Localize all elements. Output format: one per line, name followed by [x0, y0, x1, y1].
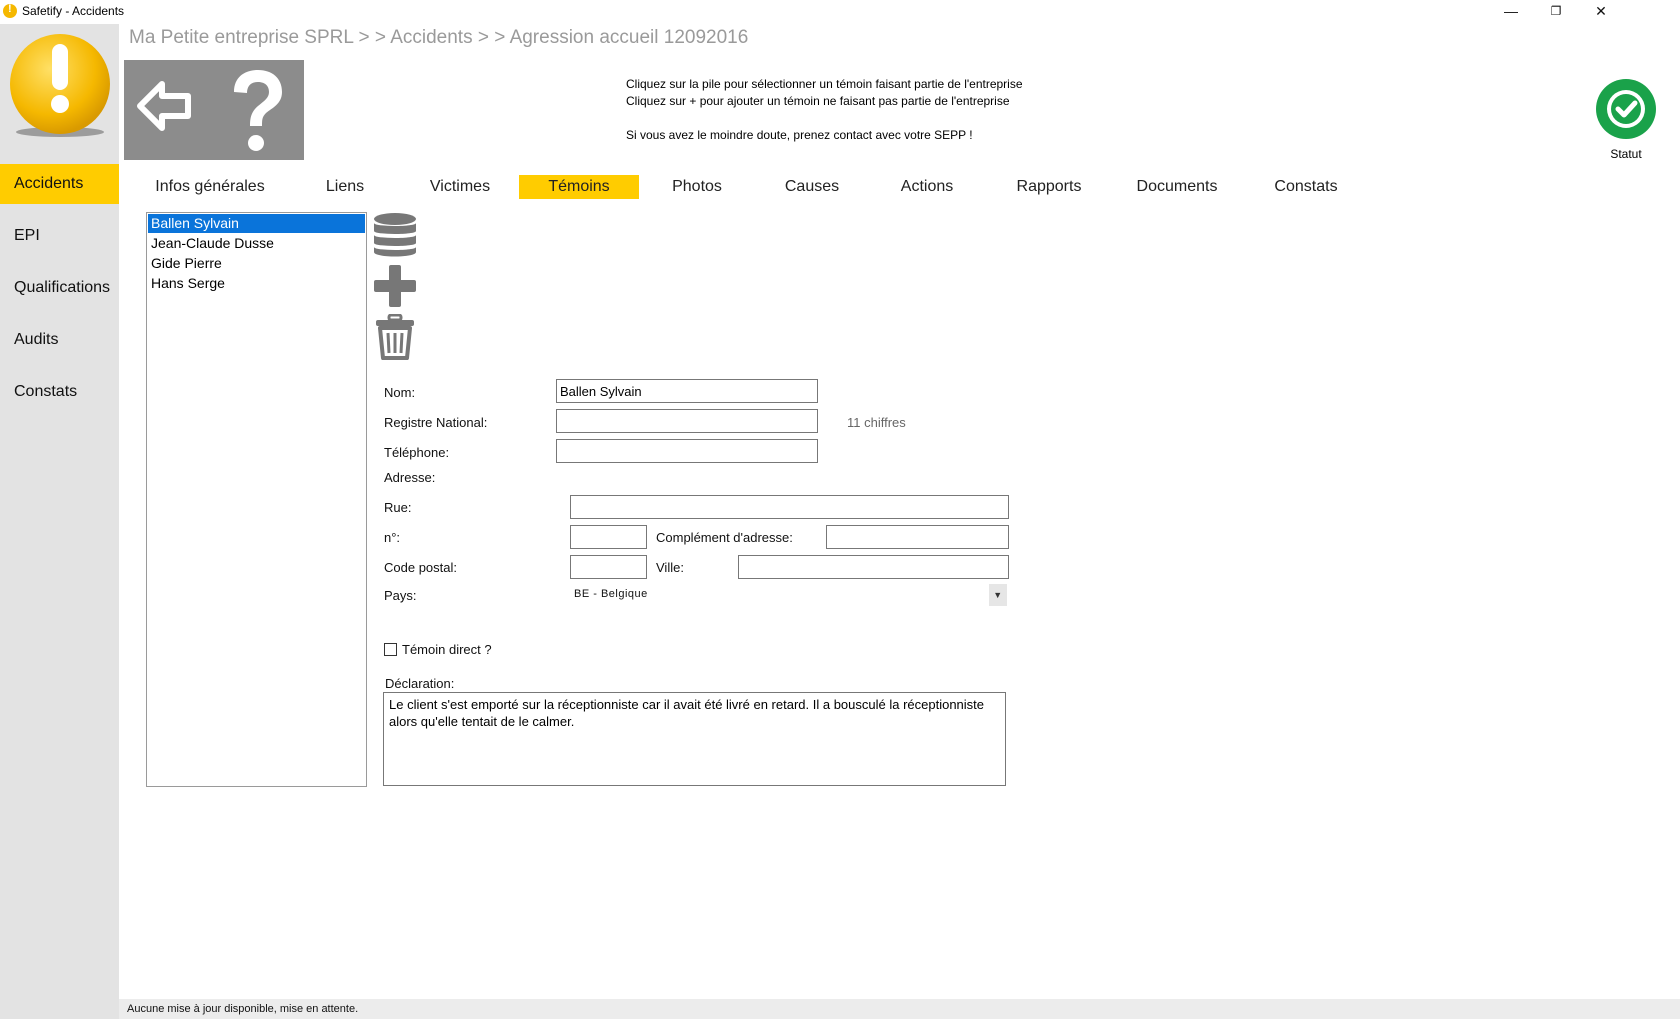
help-icon[interactable]: [222, 66, 292, 156]
adresse-label: Adresse:: [384, 470, 436, 485]
breadcrumb: Ma Petite entreprise SPRL > > Accidents …: [129, 27, 749, 48]
complement-label: Complément d'adresse:: [656, 530, 793, 545]
pays-label: Pays:: [384, 588, 417, 603]
status-indicator[interactable]: Statut: [1595, 78, 1657, 161]
pays-value: BE - Belgique: [574, 588, 648, 600]
tab-constats[interactable]: Constats: [1261, 175, 1351, 199]
list-item[interactable]: Hans Serge: [148, 274, 365, 293]
sidebar-item-audits[interactable]: Audits: [0, 320, 119, 360]
ville-field[interactable]: [738, 555, 1009, 579]
pays-select[interactable]: BE - Belgique ▼: [570, 584, 1007, 606]
nom-label: Nom:: [384, 385, 416, 400]
code-postal-label: Code postal:: [384, 560, 457, 575]
nom-field[interactable]: [556, 379, 818, 403]
rue-field[interactable]: [570, 495, 1009, 519]
tab-documents[interactable]: Documents: [1127, 175, 1227, 199]
window-title: Safetify - Accidents: [22, 4, 125, 18]
numero-field[interactable]: [570, 525, 647, 549]
instruction-line-3: Si vous avez le moindre doute, prenez co…: [626, 128, 973, 142]
status-bar: Aucune mise à jour disponible, mise en a…: [119, 999, 1680, 1019]
sidebar-item-accidents[interactable]: Accidents: [0, 164, 119, 204]
ville-label: Ville:: [656, 560, 684, 575]
tab-victimes[interactable]: Victimes: [415, 175, 505, 199]
app-logo-icon: [10, 34, 110, 137]
complement-field[interactable]: [826, 525, 1009, 549]
numero-label: n°:: [384, 530, 401, 545]
registre-label: Registre National:: [384, 415, 488, 430]
back-arrow-icon[interactable]: [132, 78, 196, 134]
list-item[interactable]: Ballen Sylvain: [148, 214, 365, 233]
sidebar-item-epi[interactable]: EPI: [0, 216, 119, 256]
sidebar-item-constats[interactable]: Constats: [0, 372, 119, 412]
restore-button[interactable]: ❐: [1533, 0, 1579, 24]
instructions: Cliquez sur la pile pour sélectionner un…: [626, 76, 1023, 144]
database-icon[interactable]: [372, 212, 418, 258]
nav-toolbar: [124, 60, 304, 160]
title-bar: Safetify - Accidents — ❐ ✕: [0, 0, 1680, 24]
minimize-button[interactable]: —: [1488, 0, 1534, 24]
registre-national-field[interactable]: [556, 409, 818, 433]
sidebar: Accidents EPI Qualifications Audits Cons…: [0, 24, 119, 1019]
tab-photos[interactable]: Photos: [657, 175, 737, 199]
temoin-direct-label: Témoin direct ?: [402, 642, 492, 657]
declaration-field[interactable]: Le client s'est emporté sur la réception…: [383, 692, 1006, 786]
app-logo-icon: [3, 3, 17, 18]
rue-label: Rue:: [384, 500, 412, 515]
telephone-label: Téléphone:: [384, 445, 450, 460]
code-postal-field[interactable]: [570, 555, 647, 579]
trash-icon[interactable]: [372, 314, 418, 360]
tab-infos-generales[interactable]: Infos générales: [145, 175, 275, 199]
instruction-line-2: Cliquez sur + pour ajouter un témoin ne …: [626, 94, 1010, 108]
tab-actions[interactable]: Actions: [887, 175, 967, 199]
close-button[interactable]: ✕: [1578, 0, 1624, 24]
tab-rapports[interactable]: Rapports: [1004, 175, 1094, 199]
sidebar-item-qualifications[interactable]: Qualifications: [0, 268, 119, 308]
instruction-line-1: Cliquez sur la pile pour sélectionner un…: [626, 77, 1023, 91]
list-item[interactable]: Jean-Claude Dusse: [148, 234, 365, 253]
dropdown-arrow-icon[interactable]: ▼: [989, 584, 1007, 606]
tab-liens[interactable]: Liens: [305, 175, 385, 199]
declaration-label: Déclaration:: [385, 676, 455, 691]
tab-temoins[interactable]: Témoins: [519, 175, 639, 199]
status-label: Statut: [1610, 147, 1642, 161]
telephone-field[interactable]: [556, 439, 818, 463]
list-item[interactable]: Gide Pierre: [148, 254, 365, 273]
witness-list[interactable]: Ballen Sylvain Jean-Claude Dusse Gide Pi…: [146, 212, 367, 787]
status-check-icon[interactable]: [1595, 78, 1657, 140]
add-icon[interactable]: [372, 263, 418, 309]
tab-causes[interactable]: Causes: [772, 175, 852, 199]
registre-hint: 11 chiffres: [847, 415, 906, 430]
temoin-direct-checkbox[interactable]: [384, 643, 397, 656]
